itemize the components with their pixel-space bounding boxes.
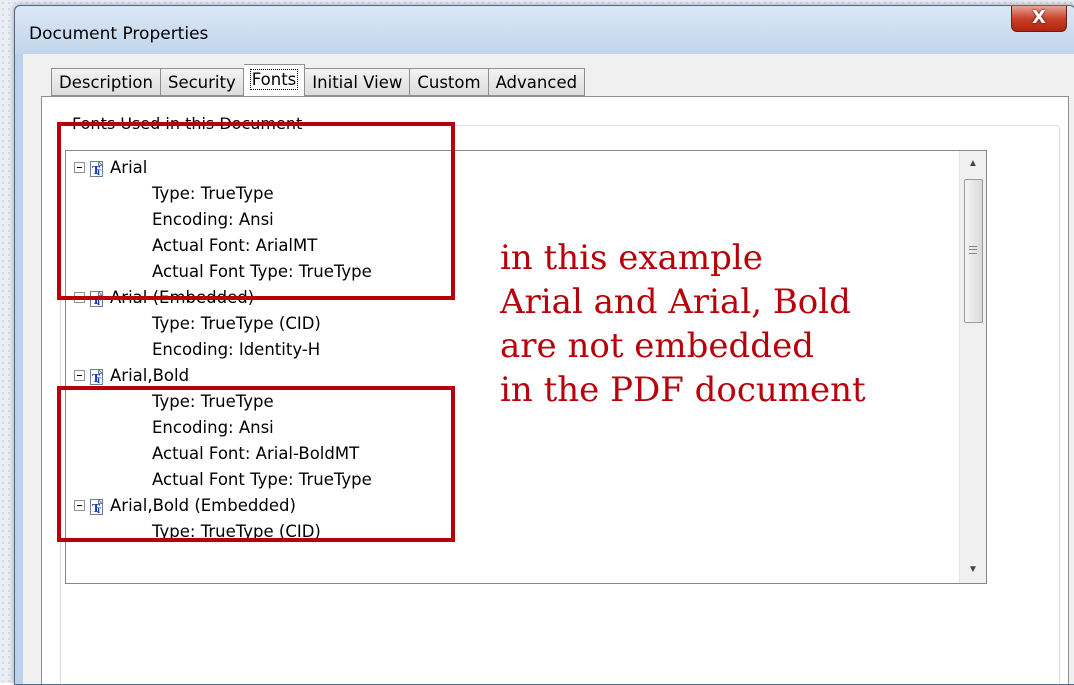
tab-fonts[interactable]: Fonts — [243, 64, 306, 96]
tab-advanced[interactable]: Advanced — [488, 68, 586, 96]
truetype-font-icon: TT — [90, 367, 105, 385]
collapse-minus-icon[interactable] — [74, 370, 85, 381]
title-bar: Document Properties X — [15, 6, 1074, 54]
highlight-box-arial — [57, 122, 455, 300]
tab-strip: Description Security Fonts Initial View … — [51, 64, 586, 96]
vertical-scrollbar[interactable]: ▲ ▼ — [959, 151, 986, 583]
svg-text:T: T — [96, 376, 102, 385]
scroll-down-arrow-icon[interactable]: ▼ — [960, 557, 986, 583]
annotation-line: in this example — [500, 238, 763, 278]
annotation-line: in the PDF document — [500, 370, 866, 410]
scrollbar-thumb[interactable] — [964, 179, 983, 323]
tab-custom[interactable]: Custom — [410, 68, 489, 96]
highlight-box-arial-bold — [57, 386, 455, 542]
grip-icon — [969, 246, 977, 254]
tab-security[interactable]: Security — [160, 68, 244, 96]
annotation-text: in this example Arial and Arial, Bold ar… — [500, 236, 866, 412]
tab-initial-view[interactable]: Initial View — [305, 68, 411, 96]
dialog-title: Document Properties — [29, 24, 209, 44]
annotation-line: are not embedded — [500, 326, 814, 366]
annotation-line: Arial and Arial, Bold — [500, 282, 851, 322]
tab-description[interactable]: Description — [51, 68, 161, 96]
font-name-label: Arial,Bold — [110, 366, 190, 385]
scroll-up-arrow-icon[interactable]: ▲ — [960, 151, 986, 177]
close-button[interactable]: X — [1011, 6, 1067, 32]
